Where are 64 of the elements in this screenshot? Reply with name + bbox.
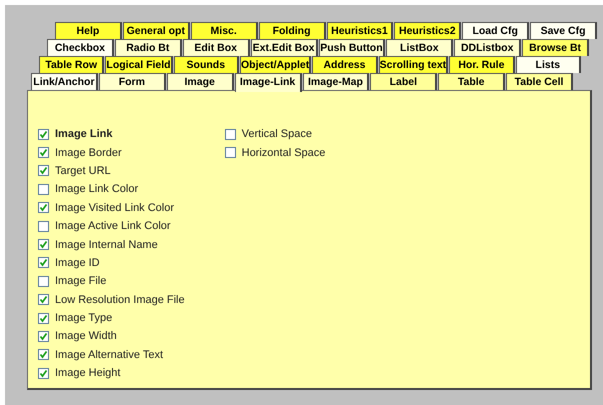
checkbox[interactable] [224,147,236,158]
checkbox[interactable] [38,349,49,360]
option-label: Image Border [55,146,122,159]
tab[interactable]: Heuristics1 [326,22,394,39]
checkbox[interactable] [38,165,49,176]
checkbox[interactable] [38,330,49,342]
option-label: Horizontal Space [242,146,326,159]
tab[interactable]: Sounds [174,56,239,73]
tab[interactable]: Logical Field [105,56,173,73]
tab[interactable]: Push Button [318,39,386,56]
tab[interactable]: Heuristics2 [394,22,462,39]
tab[interactable]: Table Row [39,56,104,73]
tab[interactable]: Misc. [190,22,258,39]
checkbox[interactable] [224,128,236,140]
tab[interactable]: Image [166,73,234,90]
option-label: Vertical Space [242,128,312,140]
option-label: Image Type [55,312,112,324]
option-label: Low Resolution Image File [55,294,185,306]
checkbox[interactable] [38,294,49,306]
checkbox[interactable] [38,202,49,214]
checkbox[interactable] [38,147,49,158]
tab[interactable]: Ext.Edit Box [250,39,318,56]
checkbox[interactable] [38,312,49,324]
tab[interactable]: Save Cfg [530,22,597,39]
tab[interactable]: Label [370,73,438,90]
checkbox[interactable] [38,128,49,140]
tab[interactable]: Table Cell [506,73,573,90]
checkbox[interactable] [38,220,49,232]
tab[interactable]: Table [438,73,506,90]
tab[interactable]: ListBox [386,39,454,56]
option-label: Image Link Color [55,183,138,196]
option-label: Image Link [55,128,112,140]
tab[interactable]: Image-Link [234,73,302,92]
checkbox[interactable] [38,276,49,287]
tab[interactable]: Checkbox [47,39,114,56]
checkbox[interactable] [38,368,49,379]
tab[interactable]: Browse Bt [522,39,589,56]
tab[interactable]: Link/Anchor [31,73,98,90]
checkbox[interactable] [38,257,49,268]
tab[interactable]: Lists [516,56,581,73]
checkbox[interactable] [38,239,49,250]
tab[interactable]: Radio Bt [114,39,182,56]
option-label: Image Height [55,367,120,380]
option-label: Target URL [55,164,111,177]
tab[interactable]: Help [55,22,122,39]
option-label: Image Internal Name [55,238,158,251]
option-label: Image Visited Link Color [55,202,174,214]
tab[interactable]: Image-Map [302,73,370,90]
tab[interactable]: General opt [122,22,190,39]
checkmark-icon [39,203,48,212]
tab[interactable]: Scrolling text [378,56,448,73]
checkbox[interactable] [38,184,49,195]
tab[interactable]: Address [312,56,378,73]
tab[interactable]: Hor. Rule [449,56,515,73]
option-label: Image Width [55,330,117,342]
tab[interactable]: Load Cfg [462,22,530,39]
tab[interactable]: DDListbox [454,39,522,56]
option-label: Image ID [55,256,100,269]
tab[interactable]: Form [98,73,166,90]
option-label: Image Active Link Color [55,220,171,232]
option-label: Image Alternative Text [55,348,164,361]
tab[interactable]: Folding [258,22,326,39]
option-label: Image File [55,275,106,288]
tab[interactable]: Edit Box [182,39,250,56]
